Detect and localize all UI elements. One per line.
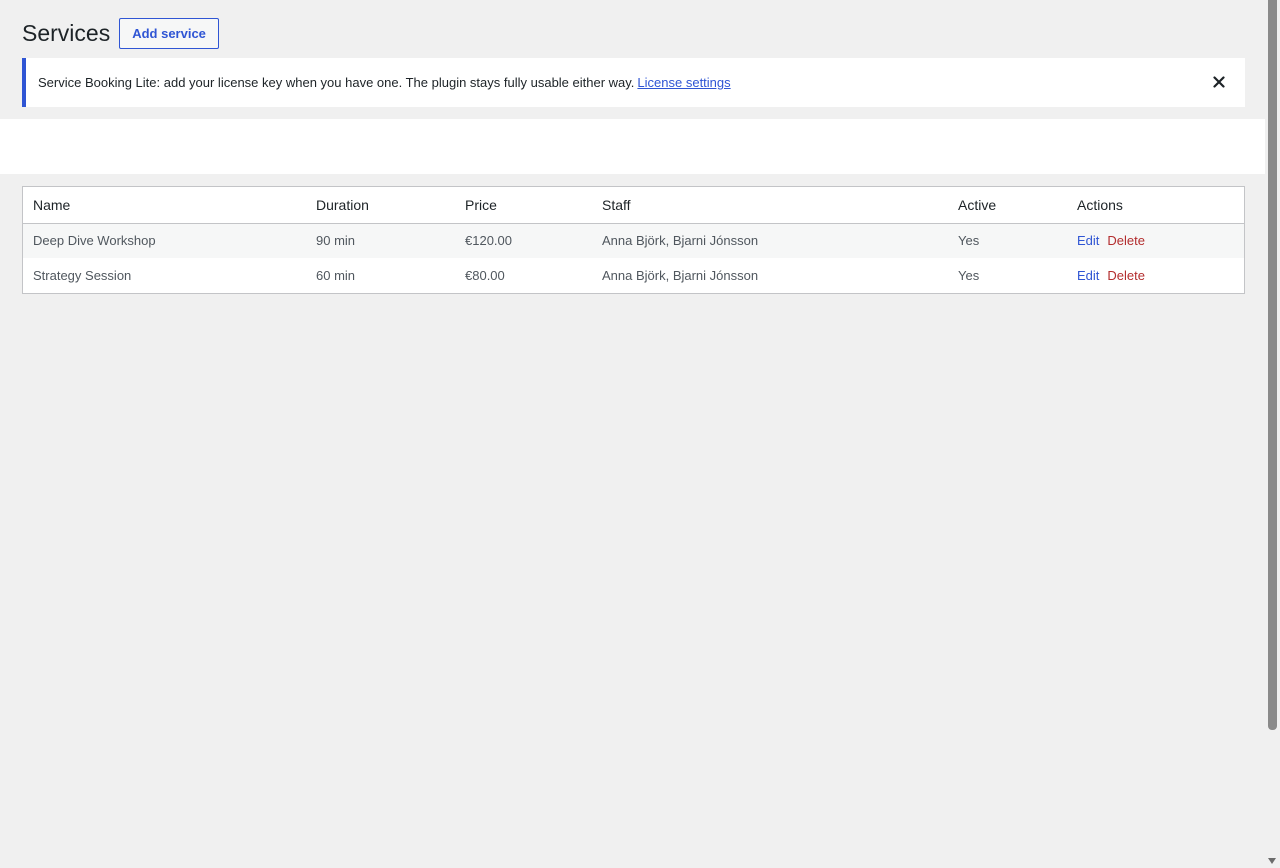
edit-link[interactable]: Edit xyxy=(1077,233,1099,248)
cell-staff: Anna Björk, Bjarni Jónsson xyxy=(602,268,759,283)
table-row: Strategy Session 60 min €80.00 Anna Björ… xyxy=(23,258,1244,293)
license-notice: Service Booking Lite: add your license k… xyxy=(22,58,1245,107)
notice-message: Service Booking Lite: add your license k… xyxy=(38,75,635,90)
page-header: Services Add service xyxy=(22,18,219,49)
close-icon[interactable] xyxy=(1209,72,1229,92)
column-header-duration: Duration xyxy=(306,187,455,224)
cell-staff: Anna Björk, Bjarni Jónsson xyxy=(602,233,759,249)
scrollbar-thumb[interactable] xyxy=(1268,0,1277,730)
license-settings-link[interactable]: License settings xyxy=(637,75,730,90)
cell-duration: 60 min xyxy=(316,268,356,283)
delete-link[interactable]: Delete xyxy=(1107,233,1145,248)
cell-name: Strategy Session xyxy=(33,268,132,283)
table-header-row: Name Duration Price Staff Active Actions xyxy=(23,187,1244,224)
table-row: Deep Dive Workshop 90 min €120.00 Anna B… xyxy=(23,223,1244,258)
add-service-button[interactable]: Add service xyxy=(119,18,219,49)
column-header-active: Active xyxy=(948,187,1067,224)
cell-price: €120.00 xyxy=(465,233,512,249)
cell-active: Yes xyxy=(958,268,980,283)
blank-band xyxy=(0,119,1280,174)
services-table: Name Duration Price Staff Active Actions… xyxy=(22,186,1245,294)
column-header-name: Name xyxy=(23,187,306,224)
cell-name: Deep Dive Workshop xyxy=(33,233,156,249)
cell-price: €80.00 xyxy=(465,268,505,283)
vertical-scrollbar[interactable] xyxy=(1265,0,1280,868)
scroll-down-arrow-icon[interactable] xyxy=(1268,858,1276,864)
cell-actions: Edit Delete xyxy=(1067,223,1244,258)
cell-duration: 90 min xyxy=(316,233,356,249)
cell-active: Yes xyxy=(958,233,980,249)
column-header-actions: Actions xyxy=(1067,187,1244,224)
page-title: Services xyxy=(22,20,111,46)
column-header-staff: Staff xyxy=(592,187,948,224)
cell-actions: Edit Delete xyxy=(1067,258,1244,293)
edit-link[interactable]: Edit xyxy=(1077,268,1099,283)
column-header-price: Price xyxy=(455,187,592,224)
services-page: Services Add service Service Booking Lit… xyxy=(0,0,1280,868)
delete-link[interactable]: Delete xyxy=(1107,268,1145,283)
